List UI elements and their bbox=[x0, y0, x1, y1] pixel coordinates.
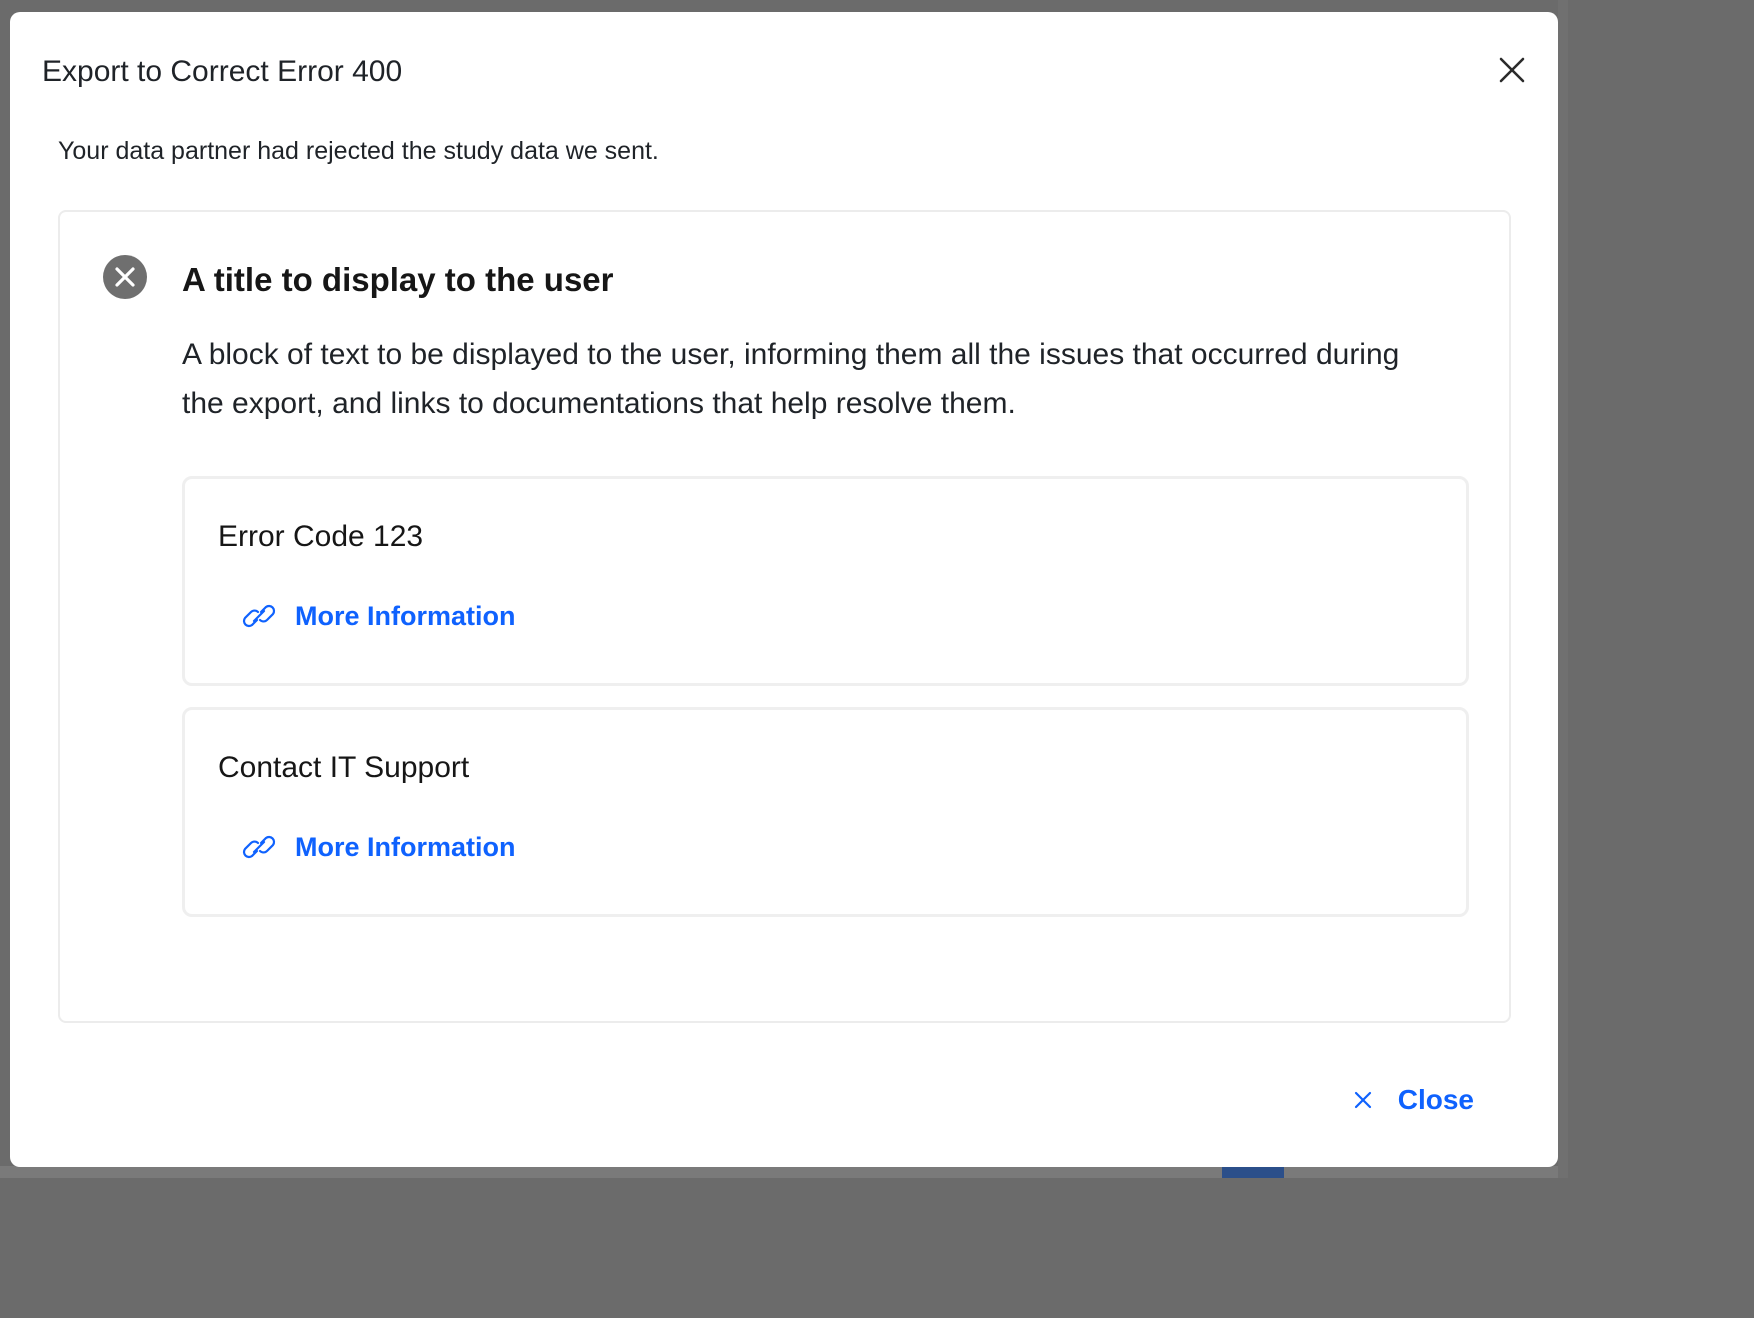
close-button-label: Close bbox=[1397, 1084, 1474, 1115]
error-description: A block of text to be displayed to the u… bbox=[182, 338, 1400, 420]
error-item-title: Error Code 123 bbox=[218, 520, 424, 553]
error-circle-icon bbox=[102, 254, 148, 300]
backdrop-strip bbox=[0, 1166, 1568, 1178]
backdrop-badge bbox=[1222, 1166, 1284, 1178]
more-information-label: More Information bbox=[295, 601, 516, 631]
error-title: A title to display to the user bbox=[182, 261, 614, 298]
link-icon bbox=[241, 832, 277, 862]
more-information-link[interactable]: More Information bbox=[241, 830, 516, 864]
link-icon bbox=[241, 601, 277, 631]
error-item: Error Code 123 More Information bbox=[182, 476, 1469, 686]
close-button[interactable]: Close bbox=[1352, 1083, 1474, 1117]
close-icon bbox=[1354, 1091, 1371, 1109]
close-icon[interactable] bbox=[1496, 54, 1528, 86]
export-error-modal: Export to Correct Error 400 Your data pa… bbox=[10, 12, 1558, 1167]
more-information-link[interactable]: More Information bbox=[241, 599, 516, 633]
error-item-title: Contact IT Support bbox=[218, 751, 470, 784]
error-card: A title to display to the user A block o… bbox=[58, 210, 1511, 1023]
error-item: Contact IT Support More Information bbox=[182, 707, 1469, 917]
modal-subtitle: Your data partner had rejected the study… bbox=[58, 137, 659, 165]
backdrop-edge bbox=[1558, 0, 1568, 1178]
more-information-label: More Information bbox=[295, 832, 516, 862]
modal-title: Export to Correct Error 400 bbox=[42, 55, 403, 88]
